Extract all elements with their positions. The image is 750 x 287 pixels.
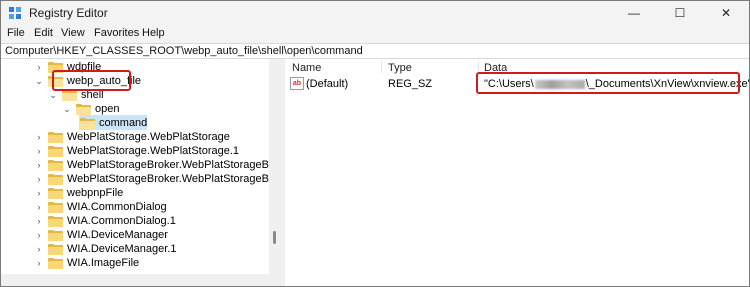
close-button[interactable]: ✕ [703,1,749,25]
folder-icon [48,229,63,241]
menu-view[interactable]: View [61,27,85,39]
tree-item-wia-devicemanager-1[interactable]: › WIA.DeviceManager.1 [34,242,177,256]
tree-item-label: WebPlatStorage.WebPlatStorage [67,131,230,143]
chevron-down-icon[interactable]: ⌄ [34,75,44,87]
chevron-right-icon[interactable]: › [34,159,44,171]
registry-editor-app-icon [9,7,21,19]
chevron-right-icon[interactable]: › [34,229,44,241]
tree-item-wia-devicemanager[interactable]: › WIA.DeviceManager [34,228,168,242]
title-bar: Registry Editor — ☐ ✕ [1,1,749,25]
tree-item-label: command [99,117,148,129]
close-icon: ✕ [720,6,732,20]
tree-item-wia-commondialog-1[interactable]: › WIA.CommonDialog.1 [34,214,176,228]
maximize-icon: ☐ [674,6,686,20]
chevron-right-icon[interactable]: › [34,201,44,213]
tree-item-wia-imagefile[interactable]: › WIA.ImageFile [34,256,140,270]
menu-file[interactable]: File [7,27,25,39]
tree-horizontal-scrollbar[interactable] [1,274,280,286]
folder-icon [48,243,63,255]
window-title: Registry Editor [29,6,108,20]
folder-icon [48,201,63,213]
column-header-name[interactable]: Name [292,62,321,74]
menu-favorites[interactable]: Favorites [94,27,139,39]
minimize-button[interactable]: — [611,1,657,25]
chevron-right-icon[interactable]: › [34,131,44,143]
chevron-right-icon[interactable]: › [34,215,44,227]
tree-item-webplatstoragebroker[interactable]: › WebPlatStorageBroker.WebPlatStorageBro… [34,158,281,172]
address-path[interactable]: Computer\HKEY_CLASSES_ROOT\webp_auto_fil… [5,45,363,57]
folder-open-icon [80,117,95,129]
value-type: REG_SZ [388,78,433,90]
menu-edit[interactable]: Edit [34,27,53,39]
tree-item-label: WIA.DeviceManager.1 [67,243,177,255]
chevron-down-icon[interactable]: ⌄ [62,103,72,115]
tree-item-label: WIA.CommonDialog.1 [67,215,176,227]
tree-item-label: open [95,103,120,115]
tree-item-label: WebPlatStorage.WebPlatStorage.1 [67,145,240,157]
tree-item-label: webpnpFile [67,187,124,199]
minimize-icon: — [628,6,640,20]
tree-item-webplatstoragebroker-1[interactable]: › WebPlatStorageBroker.WebPlatStorageBro… [34,172,281,186]
folder-icon [62,89,77,101]
values-pane: Name Type Data ab (Default) REG_SZ "C:\U… [285,59,749,286]
tree-item-label: WebPlatStorageBroker.WebPlatStorageBroke… [67,159,280,171]
chevron-right-icon[interactable]: › [34,145,44,157]
column-divider[interactable] [381,61,382,73]
tree-vertical-scrollbar[interactable] [269,59,280,274]
folder-icon [48,257,63,269]
tree-item-webplatstorage[interactable]: › WebPlatStorage.WebPlatStorage [34,130,230,144]
registry-editor-window: Registry Editor — ☐ ✕ File Edit View Fav… [0,0,750,287]
chevron-right-icon[interactable]: › [34,257,44,269]
address-bar[interactable]: Computer\HKEY_CLASSES_ROOT\webp_auto_fil… [1,43,749,59]
folder-icon [48,187,63,199]
scrollbar-thumb[interactable] [273,231,276,244]
folder-icon [76,103,91,115]
menu-bar: File Edit View Favorites Help [1,25,749,43]
annotation-highlight-key [52,70,131,91]
tree-item-webpnpfile[interactable]: › webpnpFile [34,186,124,200]
folder-icon [48,145,63,157]
maximize-button[interactable]: ☐ [657,1,703,25]
tree-item-label: WIA.DeviceManager [67,229,168,241]
folder-icon [48,131,63,143]
tree-item-open[interactable]: ⌄ open [62,102,119,116]
annotation-highlight-data [476,72,740,94]
value-name: (Default) [306,78,349,90]
tree-item-label: WebPlatStorageBroker.WebPlatStorageBroke… [67,173,280,185]
chevron-right-icon[interactable]: › [34,243,44,255]
tree-item-label: WIA.ImageFile [67,257,140,269]
menu-help[interactable]: Help [142,27,165,39]
tree-item-webplatstorage-1[interactable]: › WebPlatStorage.WebPlatStorage.1 [34,144,240,158]
chevron-right-icon[interactable]: › [34,61,44,73]
tree-item-command[interactable]: command [80,116,147,130]
string-value-icon: ab [290,77,304,90]
folder-icon [48,159,63,171]
column-header-type[interactable]: Type [388,62,412,74]
tree-item-label: WIA.CommonDialog [67,201,167,213]
key-tree: › wdpfile ⌄ webp_auto_file ⌄ shell ⌄ ope… [1,59,280,274]
chevron-right-icon[interactable]: › [34,173,44,185]
chevron-right-icon[interactable]: › [34,187,44,199]
folder-icon [48,215,63,227]
tree-item-wia-commondialog[interactable]: › WIA.CommonDialog [34,200,167,214]
folder-icon [48,173,63,185]
